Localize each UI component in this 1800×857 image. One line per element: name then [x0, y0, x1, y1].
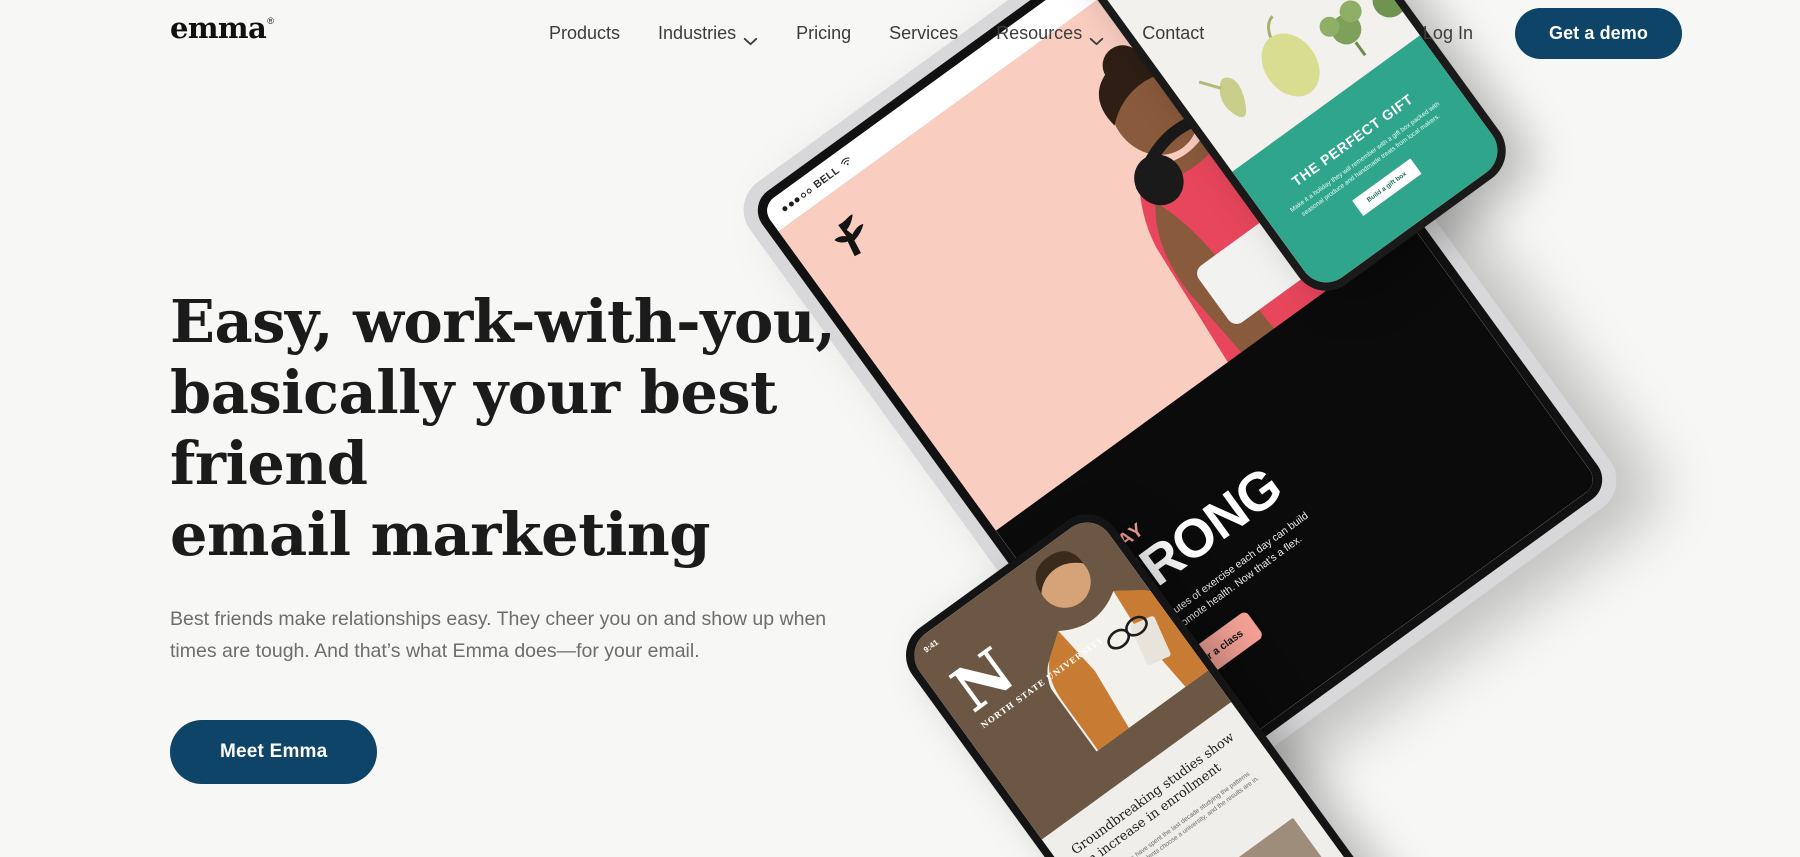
login-link[interactable]: Log In — [1423, 23, 1515, 44]
nav-actions: Log In Get a demo — [1423, 0, 1682, 66]
registered-trademark-icon: ® — [267, 16, 274, 26]
wifi-icon — [839, 155, 855, 171]
nav-item-contact[interactable]: Contact — [1123, 0, 1223, 66]
nav-label-services: Services — [889, 22, 959, 43]
nav-label-products: Products — [549, 22, 621, 43]
nav-item-services[interactable]: Services — [870, 0, 977, 66]
nav-label-industries: Industries — [658, 22, 737, 43]
fitness-brand-icon — [825, 205, 885, 265]
university-photo-2 — [1214, 817, 1330, 857]
chevron-down-icon — [1089, 30, 1104, 45]
nav-item-industries[interactable]: Industries — [639, 0, 777, 66]
get-a-demo-button[interactable]: Get a demo — [1514, 7, 1682, 59]
hero-content: Easy, work-with-you, basically your best… — [170, 286, 870, 784]
primary-nav-links: Products Industries Pricing Services Res… — [530, 0, 1223, 66]
top-navigation-bar: emma ® Products Industries Pricing Servi… — [0, 0, 1800, 66]
signal-strength-icon — [781, 187, 813, 212]
logo-wordmark: emma — [170, 11, 267, 45]
emma-logo[interactable]: emma ® — [170, 14, 274, 43]
nav-item-resources[interactable]: Resources — [977, 0, 1123, 66]
headline-line-3: email marketing — [170, 500, 711, 569]
headline-line-1: Easy, work-with-you, — [170, 287, 836, 356]
hero-device-collage: BELL 4:21 PM — [730, 0, 1800, 857]
meet-emma-button[interactable]: Meet Emma — [170, 720, 378, 784]
hero-subcopy: Best friends make relationships easy. Th… — [170, 608, 827, 662]
nav-item-products[interactable]: Products — [530, 0, 639, 66]
page-title: Easy, work-with-you, basically your best… — [170, 286, 870, 570]
chevron-down-icon — [743, 30, 758, 45]
nav-label-resources: Resources — [996, 22, 1083, 43]
nav-label-pricing: Pricing — [796, 22, 852, 43]
headline-line-2: basically your best friend — [170, 358, 777, 498]
nav-item-pricing[interactable]: Pricing — [777, 0, 870, 66]
nav-label-contact: Contact — [1142, 22, 1205, 43]
landing-page: emma ® Products Industries Pricing Servi… — [0, 0, 1800, 857]
